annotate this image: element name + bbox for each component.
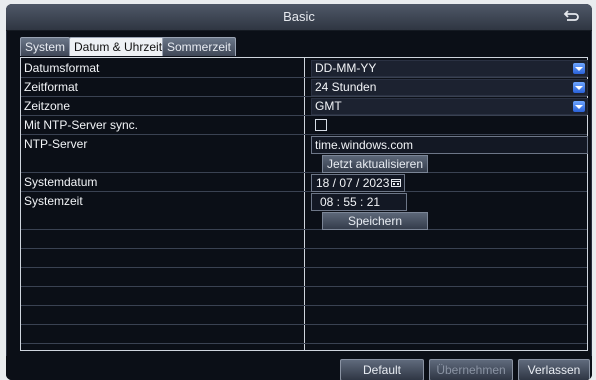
row-empty — [21, 286, 587, 306]
ntp-sync-checkbox[interactable] — [315, 119, 327, 131]
tab-system[interactable]: System — [20, 37, 71, 56]
row-ntp-server: NTP-Server time.windows.com Jetzt aktual… — [21, 134, 588, 173]
update-now-button[interactable]: Jetzt aktualisieren — [322, 155, 428, 173]
ntp-server-value: time.windows.com — [315, 138, 414, 152]
chevron-down-icon[interactable] — [573, 63, 585, 74]
time-zone-value: GMT — [315, 99, 342, 113]
save-button[interactable]: Speichern — [322, 212, 428, 230]
calendar-icon[interactable] — [391, 178, 401, 187]
chevron-down-icon[interactable] — [573, 101, 585, 112]
system-date-label: Systemdatum — [24, 175, 98, 189]
system-time-value: 08 : 55 : 21 — [320, 195, 381, 209]
default-button[interactable]: Default — [340, 359, 424, 380]
title-bar: Basic — [6, 4, 592, 31]
row-system-time: Systemzeit 08 : 55 : 21 Speichern — [21, 191, 587, 230]
tab-sommerzeit[interactable]: Sommerzeit — [162, 37, 237, 56]
time-format-select[interactable]: 24 Stunden — [311, 79, 588, 96]
ntp-server-input[interactable]: time.windows.com — [311, 136, 588, 154]
footer-bar: Default Übernehmen Verlassen — [6, 356, 592, 380]
row-empty — [21, 267, 587, 287]
back-arrow-icon[interactable] — [562, 8, 580, 26]
system-time-label: Systemzeit — [24, 194, 83, 208]
time-zone-label: Zeitzone — [24, 99, 71, 113]
settings-table: Datumsformat DD-MM-YY Zeitformat 24 Stun… — [20, 57, 588, 351]
time-format-label: Zeitformat — [24, 80, 79, 94]
date-format-value: DD-MM-YY — [315, 61, 377, 75]
window-title: Basic — [283, 9, 315, 24]
exit-button[interactable]: Verlassen — [518, 359, 590, 380]
row-empty — [21, 324, 587, 344]
row-system-date: Systemdatum 18 / 07 / 2023 — [21, 172, 587, 192]
tab-datum-uhrzeit[interactable]: Datum & Uhrzeit — [69, 37, 168, 56]
settings-window: Basic System Datum & Uhrzeit Sommerzeit … — [6, 4, 592, 380]
row-empty — [21, 305, 587, 325]
system-time-field[interactable]: 08 : 55 : 21 — [311, 193, 407, 211]
row-time-zone: Zeitzone GMT — [21, 96, 588, 116]
date-format-label: Datumsformat — [24, 61, 100, 75]
time-format-value: 24 Stunden — [315, 80, 377, 94]
chevron-down-icon[interactable] — [573, 82, 585, 93]
ntp-sync-label: Mit NTP-Server sync. — [24, 118, 139, 132]
time-zone-select[interactable]: GMT — [311, 98, 588, 115]
date-format-select[interactable]: DD-MM-YY — [311, 60, 588, 77]
apply-button[interactable]: Übernehmen — [429, 359, 513, 380]
row-ntp-sync: Mit NTP-Server sync. — [21, 115, 587, 135]
ntp-server-label: NTP-Server — [24, 137, 88, 151]
row-date-format: Datumsformat DD-MM-YY — [21, 58, 588, 78]
row-empty — [21, 229, 587, 249]
row-empty — [21, 248, 587, 268]
row-time-format: Zeitformat 24 Stunden — [21, 77, 588, 97]
system-date-field[interactable]: 18 / 07 / 2023 — [311, 174, 405, 192]
system-date-value: 18 / 07 / 2023 — [316, 176, 390, 190]
